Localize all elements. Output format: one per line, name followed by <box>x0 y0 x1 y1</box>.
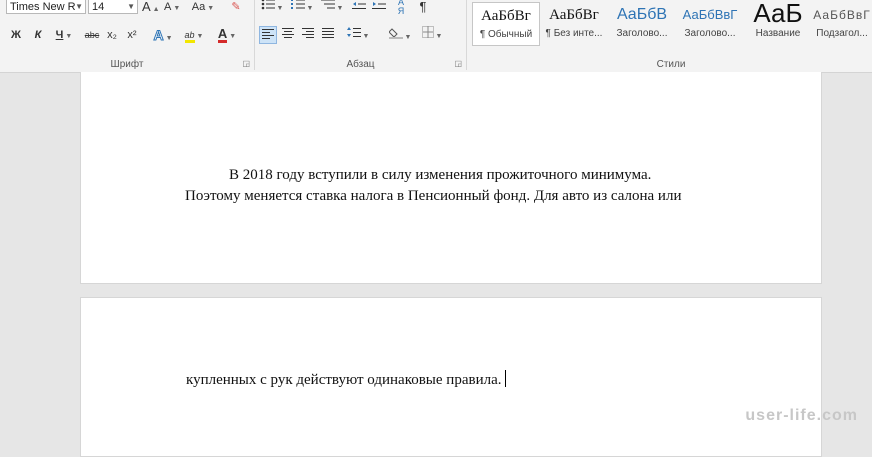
style-sample: АаБбВг <box>481 8 531 24</box>
text-cursor <box>505 370 507 387</box>
style-name: Заголово... <box>616 28 668 39</box>
align-center-icon <box>282 28 294 38</box>
align-left-icon <box>262 29 274 39</box>
highlight-button[interactable]: ab ▼ <box>182 26 206 44</box>
subscript-button[interactable]: x₂ <box>104 26 120 44</box>
watermark: user-life.com <box>745 407 858 424</box>
paragraph-dialog-launcher-icon[interactable]: ◲ <box>454 59 462 68</box>
style-name: Заголово... <box>684 28 736 39</box>
chevron-down-icon: ▼ <box>127 2 135 11</box>
paragraph-group: ▼ ▼ ▼ AЯ ¶ ▼ ▼ ▼ Абзац ◲ <box>255 0 466 72</box>
strikethrough-button[interactable]: abc <box>82 26 102 44</box>
styles-group-label: Стили <box>656 59 686 70</box>
multilevel-list-icon <box>320 0 335 9</box>
justify-button[interactable] <box>319 26 337 44</box>
increase-indent-button[interactable] <box>371 0 387 16</box>
style-sample: АаБбВвГ <box>813 8 871 22</box>
style-subtitle[interactable]: АаБбВвГ Подзагол... <box>812 2 872 46</box>
borders-icon <box>421 26 434 38</box>
increase-indent-icon <box>372 2 386 9</box>
bold-button[interactable]: Ж <box>8 26 24 44</box>
superscript-button[interactable]: x² <box>124 26 140 44</box>
document-text-line[interactable]: купленных с рук действуют одинаковые пра… <box>186 370 507 389</box>
font-name-value: Times New R <box>10 1 76 13</box>
text-effects-button[interactable]: A ▼ <box>152 26 174 44</box>
change-case-label: Aa <box>191 1 206 13</box>
line-spacing-button[interactable]: ▼ <box>345 26 371 44</box>
font-name-combo[interactable]: Times New R ▼ <box>6 0 86 14</box>
grow-font-label: A <box>142 0 151 14</box>
borders-button[interactable]: ▼ <box>419 26 445 44</box>
style-name: ¶ Без инте... <box>545 28 603 39</box>
style-name: Подзагол... <box>816 28 868 39</box>
document-text-line[interactable]: В 2018 году вступили в силу изменения пр… <box>229 167 651 184</box>
underline-button[interactable]: Ч ▼ <box>52 26 76 44</box>
font-group-label: Шрифт <box>110 59 144 70</box>
bullets-icon <box>261 0 275 10</box>
bullets-button[interactable]: ▼ <box>259 0 285 16</box>
italic-button[interactable]: К <box>30 26 46 44</box>
styles-group: АаБбВг ¶ Обычный АаБбВг ¶ Без инте... Аа… <box>470 0 872 72</box>
text-effects-label: A <box>153 27 164 44</box>
grow-font-button[interactable]: A ▲ <box>142 0 160 16</box>
show-marks-button[interactable]: ¶ <box>415 0 431 16</box>
group-divider <box>466 0 467 70</box>
style-sample: АаБбВг <box>549 7 599 23</box>
style-heading-1[interactable]: АаБбВ Заголово... <box>608 2 676 46</box>
shrink-font-label: A <box>164 1 172 13</box>
highlight-label: ab <box>184 30 195 43</box>
align-left-button[interactable] <box>259 26 277 44</box>
numbering-icon <box>290 0 305 9</box>
change-case-button[interactable]: Aa ▼ <box>190 0 216 16</box>
font-size-value: 14 <box>92 1 105 13</box>
paint-bucket-icon <box>387 28 403 39</box>
font-dialog-launcher-icon[interactable]: ◲ <box>242 59 250 68</box>
font-color-button[interactable]: A ▼ <box>214 26 240 44</box>
sort-button[interactable]: AЯ <box>393 0 409 16</box>
numbering-button[interactable]: ▼ <box>289 0 315 16</box>
align-right-icon <box>302 28 314 38</box>
decrease-indent-icon <box>352 2 366 9</box>
font-size-combo[interactable]: 14 ▼ <box>88 0 138 14</box>
justify-icon <box>322 28 334 38</box>
document-page-1[interactable]: В 2018 году вступили в силу изменения пр… <box>80 72 822 284</box>
paragraph-group-label: Абзац <box>346 59 375 70</box>
font-group: Times New R ▼ 14 ▼ A ▲ A ▼ Aa ▼ ✎ Ж К Ч ▼ ab… <box>0 0 254 72</box>
style-name: Название <box>755 28 801 39</box>
style-normal[interactable]: АаБбВг ¶ Обычный <box>472 2 540 46</box>
style-sample: АаБбВвГ <box>682 7 738 22</box>
document-text: купленных с рук действуют одинаковые пра… <box>186 372 502 388</box>
multilevel-list-button[interactable]: ▼ <box>319 0 345 16</box>
ribbon: Times New R ▼ 14 ▼ A ▲ A ▼ Aa ▼ ✎ Ж К Ч ▼ ab… <box>0 0 872 73</box>
style-no-spacing[interactable]: АаБбВг ¶ Без инте... <box>540 2 608 46</box>
clear-formatting-icon[interactable]: ✎ <box>228 0 244 16</box>
document-text-line[interactable]: Поэтому меняется ставка налога в Пенсион… <box>185 188 681 205</box>
font-color-label: A <box>217 26 228 43</box>
style-heading-2[interactable]: АаБбВвГ Заголово... <box>676 2 744 46</box>
underline-label: Ч <box>55 29 64 41</box>
align-right-button[interactable] <box>299 26 317 44</box>
line-spacing-icon <box>346 27 361 37</box>
style-sample: АаБбВ <box>616 6 668 23</box>
document-page-2[interactable]: купленных с рук действуют одинаковые пра… <box>80 297 822 457</box>
style-title[interactable]: АаБ Название <box>744 2 812 46</box>
chevron-down-icon: ▼ <box>75 2 83 11</box>
align-center-button[interactable] <box>279 26 297 44</box>
style-name: ¶ Обычный <box>479 29 533 40</box>
shrink-font-button[interactable]: A ▼ <box>164 0 180 16</box>
shading-button[interactable]: ▼ <box>387 26 413 44</box>
style-sample: АаБ <box>753 2 803 28</box>
decrease-indent-button[interactable] <box>351 0 367 16</box>
